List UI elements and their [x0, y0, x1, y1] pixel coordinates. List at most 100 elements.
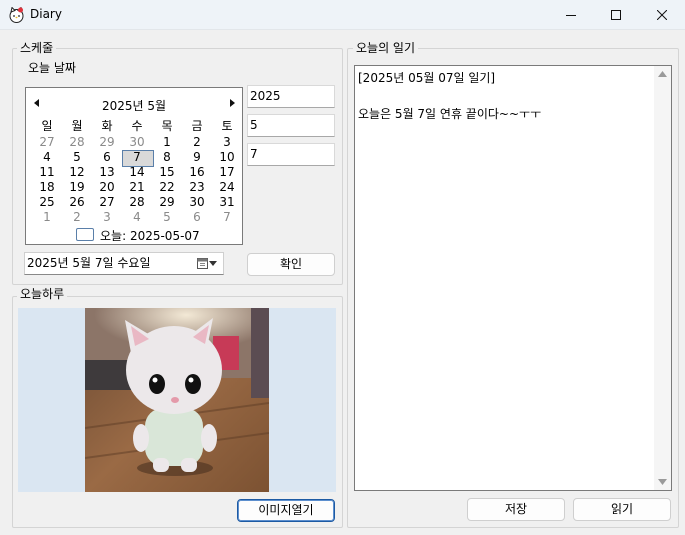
calendar-day[interactable]: 28	[62, 135, 92, 150]
calendar-day[interactable]: 5	[152, 210, 182, 225]
next-month-icon[interactable]	[227, 98, 237, 108]
month-field[interactable]: 5	[247, 114, 335, 137]
calendar-day-number: 6	[193, 210, 201, 224]
calendar-week-row: 1 2 3 4 5 6 7	[32, 210, 242, 225]
calendar-day[interactable]: 25	[32, 195, 62, 210]
read-button[interactable]: 읽기	[573, 498, 671, 521]
calendar-day[interactable]: 3	[92, 210, 122, 225]
calendar-day[interactable]: 31	[212, 195, 242, 210]
calendar-day-number: 21	[129, 180, 145, 194]
weekday-label: 수	[131, 119, 143, 133]
calendar-day-number: 5	[163, 210, 171, 224]
calendar-day-number: 29	[159, 195, 175, 209]
calendar-day[interactable]: 13	[92, 165, 122, 180]
calendar-day-number: 30	[129, 135, 145, 149]
calendar-day[interactable]: 22	[152, 180, 182, 195]
calendar-day[interactable]: 1	[32, 210, 62, 225]
calendar-day-number: 2	[73, 210, 81, 224]
calendar-day[interactable]: 28	[122, 195, 152, 210]
day-field[interactable]: 7	[247, 143, 335, 166]
calendar-day[interactable]: 26	[62, 195, 92, 210]
calendar-day[interactable]: 21	[122, 180, 152, 195]
calendar-day[interactable]: 4	[122, 210, 152, 225]
maximize-icon	[611, 10, 621, 20]
calendar-day[interactable]: 4	[32, 150, 62, 165]
calendar-day[interactable]: 27	[92, 195, 122, 210]
diary-textarea[interactable]: [2025년 05월 07일 일기] 오늘은 5월 7일 연휴 끝이다~~ㅜㅜ	[354, 65, 672, 491]
calendar-day-number: 23	[189, 180, 205, 194]
calendar-day[interactable]: 20	[92, 180, 122, 195]
calendar-day-selected[interactable]: 7	[122, 150, 154, 167]
calendar-day[interactable]: 5	[62, 150, 92, 165]
scroll-down-icon[interactable]	[658, 479, 667, 485]
calendar-day[interactable]: 2	[182, 135, 212, 150]
calendar-day[interactable]: 3	[212, 135, 242, 150]
calendar-day[interactable]: 15	[152, 165, 182, 180]
calendar-day[interactable]: 29	[152, 195, 182, 210]
calendar-day[interactable]: 12	[62, 165, 92, 180]
calendar-day[interactable]: 30	[122, 135, 152, 150]
year-field[interactable]: 2025	[247, 85, 335, 108]
calendar-day[interactable]: 6	[182, 210, 212, 225]
maximize-button[interactable]	[593, 0, 639, 30]
calendar-day[interactable]: 16	[182, 165, 212, 180]
calendar-day[interactable]: 11	[32, 165, 62, 180]
month-calendar[interactable]: 2025년 5월 일 월 화 수 목 금 토 27 28 29 30 1 2 3…	[25, 87, 243, 245]
calendar-day[interactable]: 23	[182, 180, 212, 195]
calendar-day-number: 11	[39, 165, 55, 179]
calendar-day-number: 1	[163, 135, 171, 149]
today-link[interactable]: 오늘: 2025-05-07	[100, 227, 200, 244]
calendar-day-number: 10	[219, 150, 235, 164]
calendar-day-number: 14	[129, 165, 145, 179]
calendar-day[interactable]: 9	[182, 150, 212, 165]
weekday-label: 금	[191, 119, 203, 133]
calendar-day-number: 25	[39, 195, 55, 209]
photo-frame	[18, 308, 336, 492]
calendar-day[interactable]: 10	[212, 150, 242, 165]
calendar-day[interactable]: 1	[152, 135, 182, 150]
vertical-scrollbar[interactable]	[654, 66, 671, 490]
open-image-button[interactable]: 이미지열기	[237, 499, 335, 522]
calendar-day-number: 13	[99, 165, 115, 179]
close-button[interactable]	[639, 0, 685, 30]
calendar-day[interactable]: 27	[32, 135, 62, 150]
calendar-day[interactable]: 29	[92, 135, 122, 150]
scroll-up-icon[interactable]	[658, 71, 667, 77]
confirm-button[interactable]: 확인	[247, 253, 335, 276]
calendar-week-row: 27 28 29 30 1 2 3	[32, 135, 242, 150]
calendar-day-number: 18	[39, 180, 55, 194]
calendar-day-number: 30	[189, 195, 205, 209]
calendar-day[interactable]: 6	[92, 150, 122, 165]
calendar-day-number: 2	[193, 135, 201, 149]
calendar-day[interactable]: 14	[122, 165, 152, 180]
calendar-day-number: 8	[163, 150, 171, 164]
today-marker-icon	[76, 228, 94, 241]
calendar-day[interactable]: 19	[62, 180, 92, 195]
minimize-button[interactable]	[548, 0, 594, 30]
calendar-day[interactable]: 7	[212, 210, 242, 225]
calendar-icon	[197, 258, 208, 269]
title-bar[interactable]: Diary	[0, 0, 685, 30]
calendar-day-number: 15	[159, 165, 175, 179]
calendar-day-number: 24	[219, 180, 235, 194]
today-photo-group-label: 오늘하루	[17, 287, 68, 301]
calendar-day[interactable]: 2	[62, 210, 92, 225]
calendar-day[interactable]: 8	[152, 150, 182, 165]
calendar-day-number: 9	[193, 150, 201, 164]
close-icon	[657, 10, 667, 20]
calendar-day-number: 4	[133, 210, 141, 224]
calendar-day[interactable]: 30	[182, 195, 212, 210]
calendar-day[interactable]: 24	[212, 180, 242, 195]
calendar-day-number: 28	[129, 195, 145, 209]
date-picker[interactable]: 2025년 5월 7일 수요일	[24, 252, 224, 275]
calendar-day-number: 3	[103, 210, 111, 224]
calendar-day[interactable]: 17	[212, 165, 242, 180]
calendar-day-number: 19	[69, 180, 85, 194]
kitten-figure-photo	[85, 308, 269, 492]
save-button[interactable]: 저장	[467, 498, 565, 521]
calendar-week-row: 4 5 6 7 8 9 10	[32, 150, 242, 167]
calendar-day-number: 3	[223, 135, 231, 149]
calendar-week-row: 25 26 27 28 29 30 31	[32, 195, 242, 210]
calendar-day[interactable]: 18	[32, 180, 62, 195]
calendar-day-number: 26	[69, 195, 85, 209]
